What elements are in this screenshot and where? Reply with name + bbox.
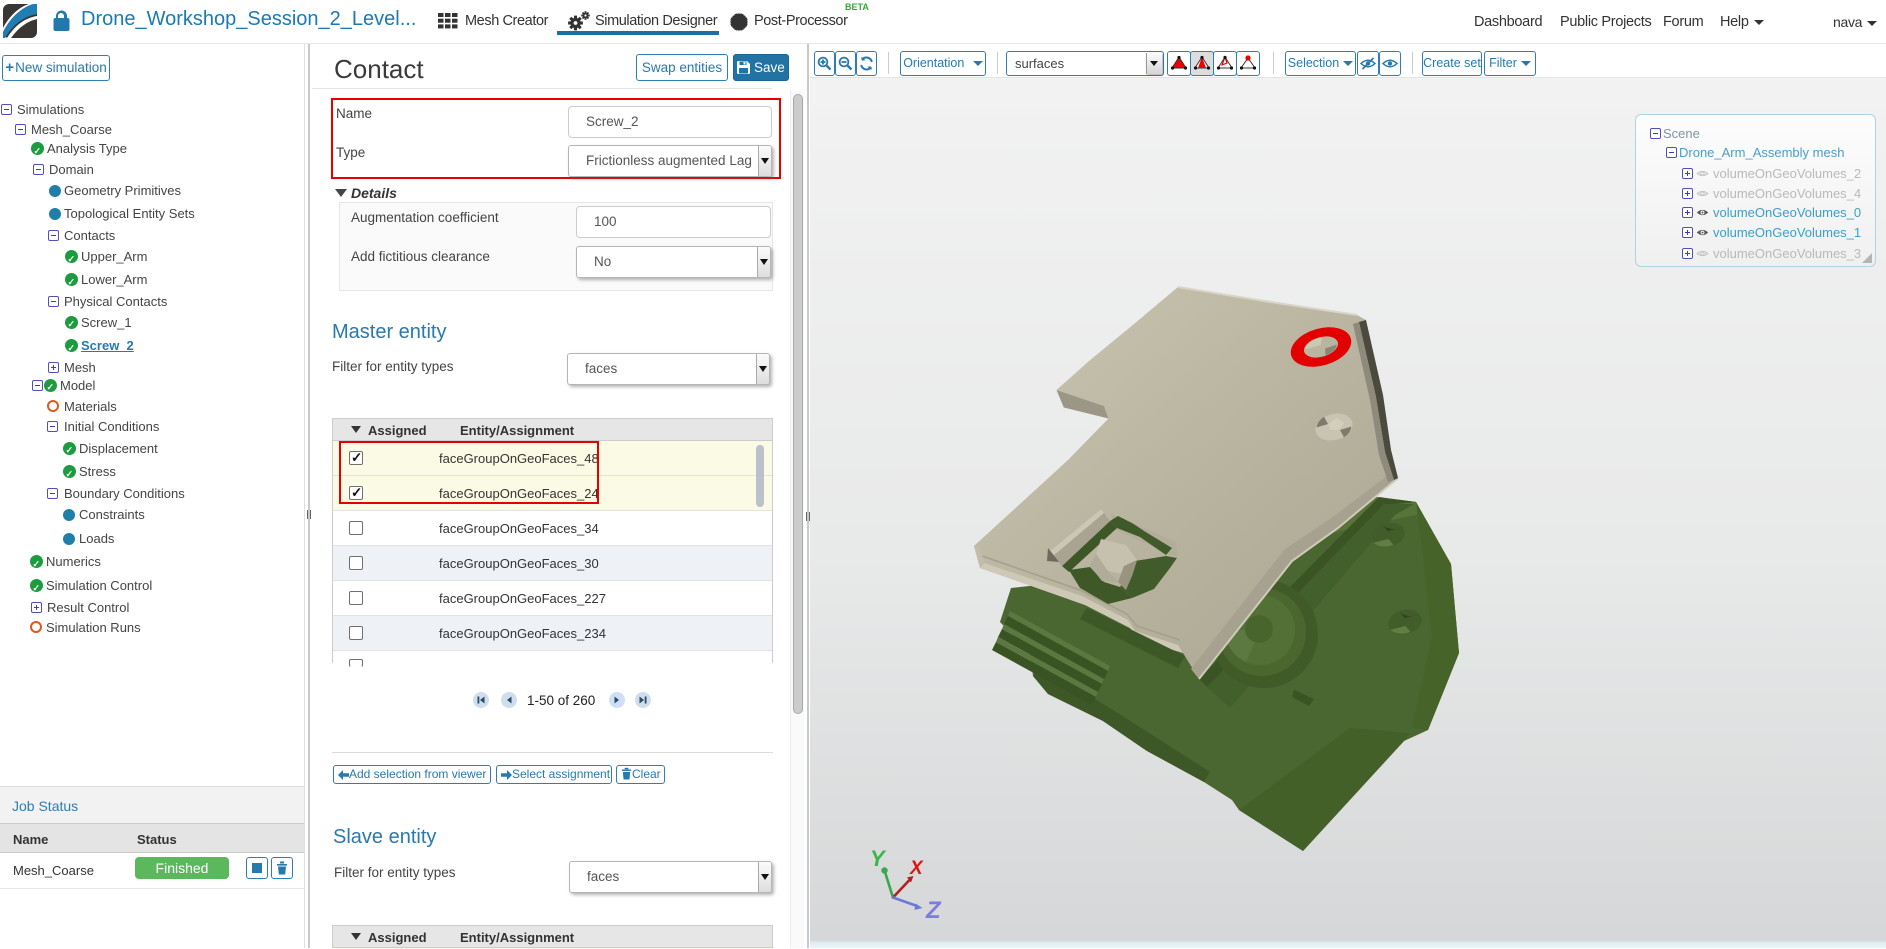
svg-text:Y: Y [870,846,887,871]
svg-text:X: X [909,858,924,879]
svg-text:Z: Z [925,897,942,924]
